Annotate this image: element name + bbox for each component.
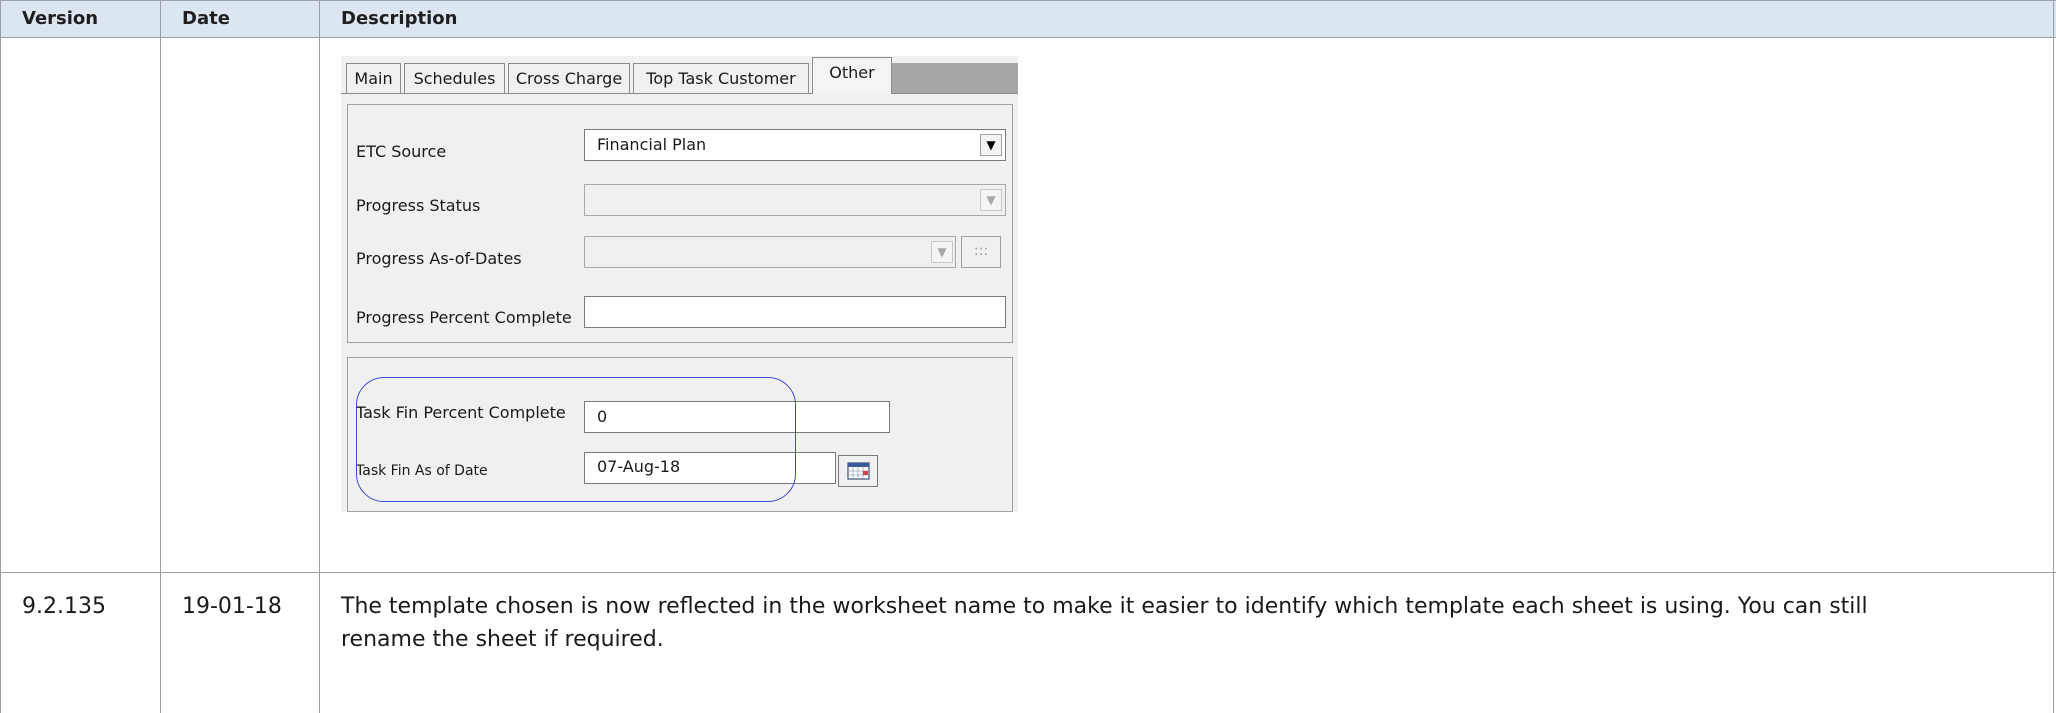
tab-other[interactable]: Other [812,57,892,94]
changelog-table: Version Date Description 9.2.135 19-01-1… [0,0,2056,713]
calendar-button[interactable] [838,455,878,487]
table-header-row [0,0,2056,37]
tab-strip-line [341,93,1018,94]
header-version: Version [22,8,99,29]
dialog-screenshot: Main Schedules Cross Charge Top Task Cus… [341,56,1018,512]
table-border-left [0,0,1,713]
progress-as-of-dates-select[interactable] [584,236,956,268]
progress-status-select[interactable] [584,184,1006,216]
row-description-line-1: The template chosen is now reflected in … [341,594,1868,619]
tab-cross-charge[interactable]: Cross Charge [508,63,630,93]
progress-percent-complete-input[interactable] [584,296,1006,328]
dropdown-arrow-icon[interactable]: ▼ [980,189,1002,211]
row-description-line-2: rename the sheet if required. [341,627,664,652]
tab-top-task-customer[interactable]: Top Task Customer [633,63,809,93]
tab-main[interactable]: Main [346,63,401,93]
row-version: 9.2.135 [22,594,106,619]
row-divider [0,37,2056,38]
etc-source-value: Financial Plan [597,135,707,154]
table-border-right [2053,0,2054,713]
ellipsis-button[interactable]: ::: [961,236,1001,268]
header-description: Description [341,8,458,29]
label-progress-percent-complete: Progress Percent Complete [356,308,572,327]
header-date: Date [182,8,230,29]
label-etc-source: ETC Source [356,142,447,161]
dropdown-arrow-icon[interactable]: ▼ [980,134,1002,156]
highlight-callout [356,377,796,502]
etc-source-select[interactable]: Financial Plan [584,129,1006,161]
label-progress-status: Progress Status [356,196,481,215]
dropdown-arrow-icon[interactable]: ▼ [931,241,953,263]
label-progress-as-of-dates: Progress As-of-Dates [356,249,522,268]
row-divider [0,572,2056,573]
table-border-top [0,0,2056,1]
column-divider [160,0,161,713]
tab-bar: Main Schedules Cross Charge Top Task Cus… [341,56,1018,94]
column-divider [319,0,320,713]
calendar-icon [847,462,870,480]
tab-schedules[interactable]: Schedules [404,63,505,93]
tab-strip-filler [892,63,1018,93]
row-date: 19-01-18 [182,594,282,619]
